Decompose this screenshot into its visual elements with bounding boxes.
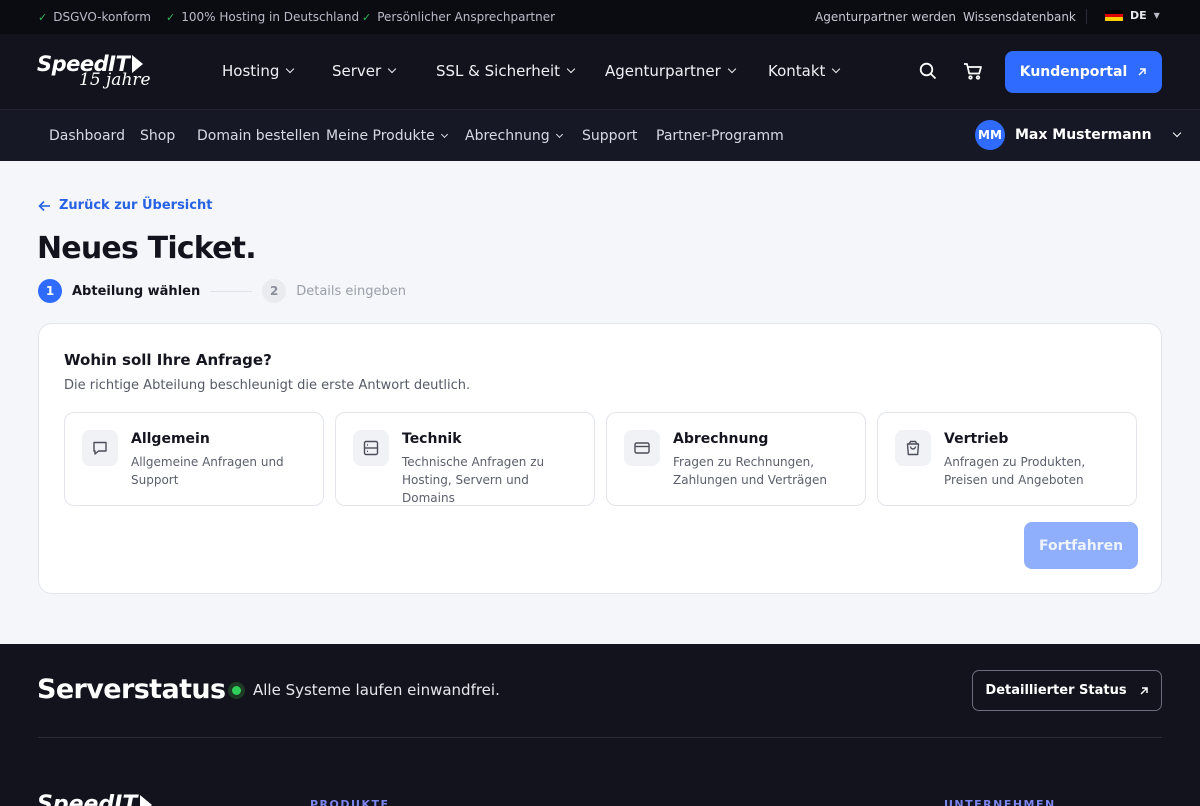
divider xyxy=(38,737,1162,738)
department-description: Technische Anfragen zu Hosting, Servern … xyxy=(402,455,545,505)
user-menu[interactable]: MM Max Mustermann xyxy=(975,120,1181,150)
department-name: Abrechnung xyxy=(673,431,769,447)
chevron-down-icon xyxy=(1172,128,1181,138)
footer-logo-text: SpeedIT xyxy=(37,792,138,806)
check-icon: ✓ xyxy=(166,10,176,24)
chevron-down-icon xyxy=(286,64,295,74)
knowledge-base-link[interactable]: Wissensdatenbank xyxy=(963,10,1076,24)
subnav-dashboard[interactable]: Dashboard xyxy=(49,128,125,144)
back-link[interactable]: Zurück zur Übersicht xyxy=(38,198,212,213)
language-label: DE xyxy=(1130,9,1147,22)
chevron-down-icon xyxy=(555,130,563,139)
language-switcher[interactable]: DE ▼ xyxy=(1105,9,1160,22)
usp-label: Persönlicher Ansprechpartner xyxy=(377,10,556,24)
status-ok-indicator xyxy=(228,682,245,699)
department-description: Allgemeine Anfragen und Support xyxy=(131,455,284,487)
footer-heading-company: UNTERNEHMEN xyxy=(944,798,1056,806)
usp-item: ✓ Persönlicher Ansprechpartner xyxy=(362,10,555,24)
agency-partner-link[interactable]: Agenturpartner werden xyxy=(815,10,956,24)
chevron-down-icon xyxy=(387,64,397,74)
step-number-inactive: 2 xyxy=(262,279,287,303)
subnav-domain-order[interactable]: Domain bestellen xyxy=(197,128,320,144)
top-bar: ✓ DSGVO-konform ✓ 100% Hosting in Deutschl… xyxy=(0,0,1200,34)
cart-icon[interactable] xyxy=(962,61,984,83)
check-icon: ✓ xyxy=(362,10,372,24)
footer-heading-products: PRODUKTE xyxy=(310,798,390,806)
nav-server[interactable]: Server xyxy=(332,62,397,80)
department-description: Fragen zu Rechnungen, Zahlungen und Vert… xyxy=(673,455,827,487)
department-card: Wohin soll Ihre Anfrage? Die richtige Ab… xyxy=(38,323,1162,594)
user-name: Max Mustermann xyxy=(1015,127,1152,143)
continue-button[interactable]: Fortfahren xyxy=(1024,522,1138,569)
nav-ssl-security[interactable]: SSL & Sicherheit xyxy=(436,62,576,80)
nav-label: Hosting xyxy=(222,62,280,80)
shopping-bag-icon xyxy=(895,430,931,466)
chevron-down-icon xyxy=(566,64,576,74)
chevron-down-icon xyxy=(440,130,448,139)
subnav-shop[interactable]: Shop xyxy=(140,128,175,144)
logo[interactable]: SpeedIT 15 jahre xyxy=(37,52,151,90)
card-subtitle: Die richtige Abteilung beschleunigt die … xyxy=(64,378,471,393)
subnav-label: Abrechnung xyxy=(465,128,550,144)
portal-subnav: Dashboard Shop Domain bestellen Meine Pr… xyxy=(0,110,1200,161)
external-arrow-icon xyxy=(1138,68,1146,76)
nav-contact[interactable]: Kontakt xyxy=(768,62,841,80)
step-label-inactive: Details eingeben xyxy=(296,283,407,299)
step-connector xyxy=(210,290,253,292)
subnav-support[interactable]: Support xyxy=(582,128,637,144)
logo-anniversary: 15 jahre xyxy=(79,70,151,90)
usp-item: ✓ 100% Hosting in Deutschland xyxy=(166,10,359,24)
nav-label: Agenturpartner xyxy=(605,62,721,80)
customer-portal-button[interactable]: Kundenportal xyxy=(1005,51,1162,93)
german-flag-icon xyxy=(1105,10,1123,21)
usp-label: DSGVO-konform xyxy=(53,10,151,24)
detailed-status-label: Detaillierter Status xyxy=(985,683,1127,698)
department-option-sales[interactable]: Vertrieb Anfragen zu Produkten, Preisen … xyxy=(877,412,1137,506)
card-title: Wohin soll Ihre Anfrage? xyxy=(64,351,272,369)
credit-card-icon xyxy=(624,430,660,466)
chat-icon xyxy=(82,430,118,466)
main-navigation: SpeedIT 15 jahre Hosting Server SSL & Si… xyxy=(0,34,1200,110)
department-option-technical[interactable]: Technik Technische Anfragen zu Hosting, … xyxy=(335,412,595,506)
nav-label: SSL & Sicherheit xyxy=(436,62,560,80)
logo-arrow-icon xyxy=(140,794,153,806)
nav-label: Server xyxy=(332,62,382,80)
subnav-billing[interactable]: Abrechnung xyxy=(465,128,563,144)
avatar: MM xyxy=(975,120,1005,150)
back-label: Zurück zur Übersicht xyxy=(59,198,213,213)
subnav-my-products[interactable]: Meine Produkte xyxy=(326,128,448,144)
check-icon: ✓ xyxy=(38,10,48,24)
chevron-down-icon xyxy=(832,64,841,74)
arrow-left-icon xyxy=(38,200,50,211)
nav-label: Kontakt xyxy=(768,62,826,80)
detailed-status-button[interactable]: Detaillierter Status xyxy=(972,670,1162,711)
department-option-billing[interactable]: Abrechnung Fragen zu Rechnungen, Zahlung… xyxy=(606,412,866,506)
footer: Serverstatus Alle Systeme laufen einwand… xyxy=(0,644,1200,806)
department-name: Technik xyxy=(402,431,462,447)
department-name: Allgemein xyxy=(131,431,210,447)
usp-item: ✓ DSGVO-konform xyxy=(38,10,151,24)
footer-logo[interactable]: SpeedIT xyxy=(37,792,153,806)
nav-hosting[interactable]: Hosting xyxy=(222,62,295,80)
department-name: Vertrieb xyxy=(944,431,1009,447)
department-option-general[interactable]: Allgemein Allgemeine Anfragen und Suppor… xyxy=(64,412,324,506)
usp-label: 100% Hosting in Deutschland xyxy=(181,10,360,24)
step-label-active: Abteilung wählen xyxy=(72,283,201,299)
step-number-active: 1 xyxy=(38,279,62,303)
server-icon xyxy=(353,430,389,466)
page-title: Neues Ticket. xyxy=(37,231,257,266)
customer-portal-label: Kundenportal xyxy=(1019,64,1128,80)
server-status-text: Alle Systeme laufen einwandfrei. xyxy=(253,681,500,699)
stepper: 1 Abteilung wählen 2 Details eingeben xyxy=(38,279,406,303)
search-icon[interactable] xyxy=(918,61,940,83)
divider xyxy=(1086,9,1087,24)
server-status-title: Serverstatus xyxy=(37,674,226,705)
subnav-label: Meine Produkte xyxy=(326,128,435,144)
external-arrow-icon xyxy=(1140,686,1148,695)
department-description: Anfragen zu Produkten, Preisen und Angeb… xyxy=(944,455,1086,487)
nav-agency-partner[interactable]: Agenturpartner xyxy=(605,62,736,80)
caret-down-icon: ▼ xyxy=(1153,11,1160,20)
chevron-down-icon xyxy=(727,64,736,74)
subnav-partner-program[interactable]: Partner-Programm xyxy=(656,128,784,144)
